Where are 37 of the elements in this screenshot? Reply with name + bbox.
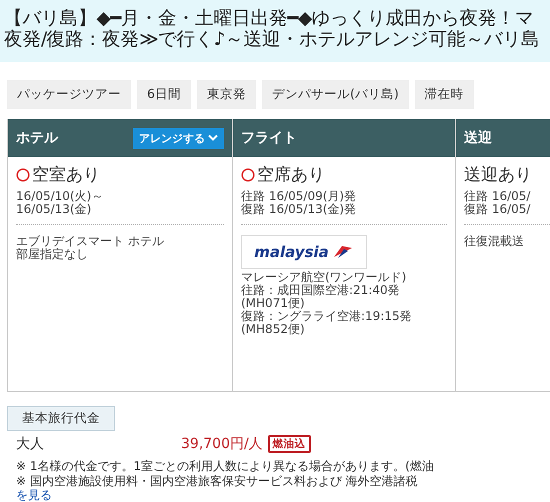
date-text: 復路 16/05/13(金)発 (241, 203, 358, 216)
airline-logo: malaysia (241, 235, 367, 269)
availability-status: 空室あり (32, 164, 100, 186)
tour-title: 夜発/復路：夜発≫で行く♪～送迎・ホテルアレンジ可能～バリ島 (4, 29, 540, 50)
arrange-button[interactable]: アレンジする (133, 128, 224, 148)
column-title: ホテル (16, 129, 58, 147)
traveler-type: 大人 (16, 435, 45, 453)
flight-detail: 往路：成田国際空港:21:40発 (241, 284, 401, 297)
price-amount: 39,700円/人 (181, 435, 263, 453)
detail-text: 部屋指定なし (16, 248, 89, 261)
more-link[interactable]: を見る (7, 489, 550, 502)
price-label: 基本旅行代金 (7, 406, 115, 431)
availability-status: 空席あり (257, 164, 325, 186)
fuel-badge: 燃油込 (268, 435, 311, 453)
tour-tag: 6日間 (137, 80, 191, 109)
date-text: 16/05/10(火)～ (16, 190, 104, 203)
tour-tag: 滞在時 (414, 80, 474, 109)
tour-tag: パッケージツアー (7, 80, 131, 109)
tour-tag: 東京発 (196, 80, 256, 109)
availability-status: 送迎あり (464, 164, 532, 186)
detail-text: エブリデイスマート ホテル (16, 235, 165, 248)
note-text: ※ 国内空港施設使用料・国内空港旅客保安サービス料および 海外空港諸税 (16, 474, 419, 489)
date-text: 往路 16/05/09(月)発 (241, 190, 358, 203)
date-text: 16/05/13(金) (16, 203, 92, 216)
column-title: フライト (241, 129, 297, 147)
detail-text: 往復混載送 (464, 235, 525, 248)
tour-tag: デンパサール(バリ島) (262, 80, 409, 109)
flight-detail: (MH071便) (241, 297, 306, 310)
chevron-down-icon (208, 134, 218, 142)
note-text: ※ 1名様の代金です。1室ごとの利用人数により異なる場合があります。(燃油 (16, 459, 435, 474)
date-text: 往路 16/05/ (464, 190, 532, 203)
airline-name: マレーシア航空(ワンワールド) (241, 271, 408, 284)
date-text: 復路 16/05/ (464, 203, 532, 216)
tour-title: 【バリ島】◆━月・金・土曜日出発━◆ゆっくり成田から夜発！マ (4, 8, 535, 29)
flight-detail: (MH852便) (241, 323, 306, 336)
column-title: 送迎 (464, 129, 492, 147)
flight-detail: 復路：ングラライ空港:19:15発 (241, 310, 413, 323)
